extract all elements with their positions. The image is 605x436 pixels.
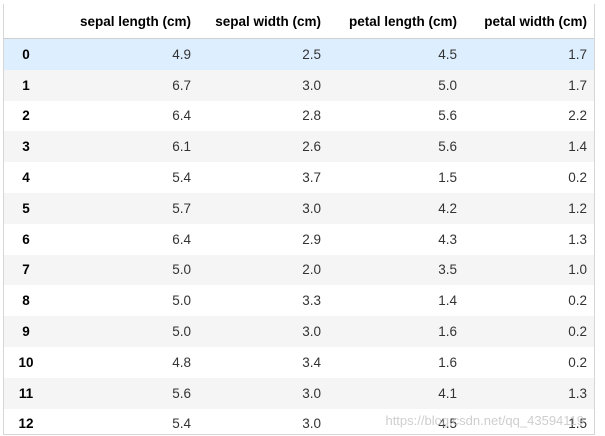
table-cell: 3.0 <box>302 200 321 216</box>
row-index: 1 <box>22 77 30 93</box>
row-index: 0 <box>22 46 30 62</box>
table-cell: 4.8 <box>172 354 191 370</box>
table-cell: 2.9 <box>302 231 321 247</box>
table-row[interactable]: 12 5.4 3.0 4.5 1.5 <box>4 408 594 434</box>
table-cell: 2.6 <box>302 139 321 155</box>
row-index: 10 <box>18 354 34 370</box>
table-cell: 6.7 <box>172 77 191 93</box>
row-index: 2 <box>22 108 30 124</box>
index-header <box>4 4 62 39</box>
column-header-sepal-length: sepal length (cm) <box>62 4 198 39</box>
table-row[interactable]: 0 4.9 2.5 4.5 1.7 <box>4 38 594 70</box>
table-cell: 5.6 <box>438 108 457 124</box>
table-cell: 3.0 <box>302 77 321 93</box>
column-header-petal-width: petal width (cm) <box>464 4 594 39</box>
table-cell: 5.4 <box>172 170 191 186</box>
table-row[interactable]: 11 5.6 3.0 4.1 1.3 <box>4 377 594 409</box>
table-cell: 1.2 <box>568 200 587 216</box>
column-header-sepal-width: sepal width (cm) <box>198 4 328 39</box>
table-cell: 5.0 <box>438 77 457 93</box>
table-cell: 2.2 <box>568 108 587 124</box>
row-index: 5 <box>22 200 30 216</box>
table-row[interactable]: 8 5.0 3.3 1.4 0.2 <box>4 285 594 317</box>
table-cell: 1.6 <box>438 354 457 370</box>
table-cell: 1.7 <box>568 46 587 62</box>
dataframe-output: sepal length (cm) sepal width (cm) petal… <box>3 4 595 435</box>
table-cell: 5.0 <box>172 293 191 309</box>
table-row[interactable]: 7 5.0 2.0 3.5 1.0 <box>4 254 594 286</box>
table-cell: 5.0 <box>172 262 191 278</box>
header-row: sepal length (cm) sepal width (cm) petal… <box>4 4 594 39</box>
table-cell: 1.5 <box>438 170 457 186</box>
row-index: 12 <box>18 416 34 432</box>
table-cell: 3.4 <box>302 354 321 370</box>
table-cell: 5.7 <box>172 200 191 216</box>
table-cell: 5.0 <box>172 324 191 340</box>
table-cell: 3.7 <box>302 170 321 186</box>
row-index: 4 <box>22 170 30 186</box>
table-row[interactable]: 2 6.4 2.8 5.6 2.2 <box>4 100 594 132</box>
table-row[interactable]: 5 5.7 3.0 4.2 1.2 <box>4 192 594 224</box>
table-row[interactable]: 6 6.4 2.9 4.3 1.3 <box>4 223 594 255</box>
table-cell: 6.4 <box>172 231 191 247</box>
row-index: 3 <box>22 139 30 155</box>
table-cell: 1.7 <box>568 77 587 93</box>
table-row[interactable]: 1 6.7 3.0 5.0 1.7 <box>4 69 594 101</box>
table-cell: 1.3 <box>568 385 587 401</box>
table-cell: 1.0 <box>568 262 587 278</box>
column-header-petal-length: petal length (cm) <box>328 4 464 39</box>
table-cell: 0.2 <box>568 324 587 340</box>
table-cell: 3.0 <box>302 385 321 401</box>
table-cell: 1.4 <box>438 293 457 309</box>
table-header: sepal length (cm) sepal width (cm) petal… <box>4 4 594 39</box>
table-row[interactable]: 3 6.1 2.6 5.6 1.4 <box>4 131 594 163</box>
row-index: 8 <box>22 293 30 309</box>
table-cell: 0.2 <box>568 293 587 309</box>
table-cell: 1.6 <box>438 324 457 340</box>
table-cell: 6.4 <box>172 108 191 124</box>
table-cell: 1.3 <box>568 231 587 247</box>
table-cell: 2.0 <box>302 262 321 278</box>
table-cell: 4.5 <box>438 416 457 432</box>
table-cell: 2.8 <box>302 108 321 124</box>
table-cell: 6.1 <box>172 139 191 155</box>
table-row[interactable]: 10 4.8 3.4 1.6 0.2 <box>4 346 594 378</box>
table-cell: 5.6 <box>438 139 457 155</box>
table-cell: 1.5 <box>568 416 587 432</box>
table-cell: 0.2 <box>568 170 587 186</box>
table-cell: 3.0 <box>302 416 321 432</box>
table-row[interactable]: 9 5.0 3.0 1.6 0.2 <box>4 316 594 347</box>
table-cell: 5.6 <box>172 385 191 401</box>
table-cell: 4.2 <box>438 200 457 216</box>
table-cell: 3.5 <box>438 262 457 278</box>
table-cell: 5.4 <box>172 416 191 432</box>
table-cell: 2.5 <box>302 46 321 62</box>
table-cell: 4.9 <box>172 46 191 62</box>
table-cell: 1.4 <box>568 139 587 155</box>
row-index: 11 <box>18 385 34 401</box>
table-cell: 4.5 <box>438 46 457 62</box>
dataframe-table: sepal length (cm) sepal width (cm) petal… <box>4 4 594 434</box>
table-body: 0 4.9 2.5 4.5 1.7 1 6.7 3.0 5.0 1.7 2 6.4 2.8 5.6 2.2 3… <box>4 38 594 434</box>
table-cell: 0.2 <box>568 354 587 370</box>
row-index: 6 <box>22 231 30 247</box>
table-cell: 3.0 <box>302 324 321 340</box>
row-index: 7 <box>22 262 30 278</box>
table-cell: 3.3 <box>302 293 321 309</box>
row-index: 9 <box>22 324 30 340</box>
table-cell: 4.1 <box>438 385 457 401</box>
table-cell: 4.3 <box>438 231 457 247</box>
table-row[interactable]: 4 5.4 3.7 1.5 0.2 <box>4 162 594 193</box>
